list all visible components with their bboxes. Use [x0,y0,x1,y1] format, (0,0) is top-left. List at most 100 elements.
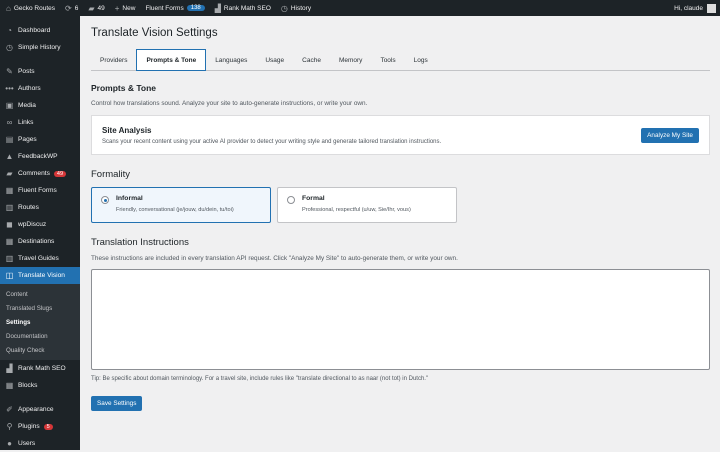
sidebar-item-links[interactable]: ∞ Links [0,114,80,131]
tab-cache[interactable]: Cache [293,49,330,71]
tab-tools[interactable]: Tools [371,49,404,71]
sidebar-item-dashboard[interactable]: ◔ Dashboard [0,22,80,39]
site-analysis-title: Site Analysis [102,125,152,135]
sidebar-item-users[interactable]: ● Users [0,435,80,452]
history-link[interactable]: ◷ History [281,4,311,13]
sidebar-item-label: Media [18,102,36,109]
comment-icon: ▰ [6,169,13,178]
updates-link[interactable]: ⟳ 6 [65,4,78,13]
main-content: Translate Vision Settings Providers Promp… [91,16,710,411]
radio-informal[interactable] [101,196,109,204]
admin-bar: ⌂ Gecko Routes ⟳ 6 ▰ 49 + New Fluent Forms 13… [0,0,720,16]
account-menu[interactable]: Hi, claude [674,3,716,13]
sidebar-item-label: Plugins [18,423,40,430]
plus-icon: + [114,3,120,13]
clock-icon: ◷ [280,3,288,13]
tab-languages[interactable]: Languages [206,49,256,71]
sidebar-item-label: Pages [18,136,37,143]
blocks-icon: ▦ [5,381,14,390]
tab-logs[interactable]: Logs [405,49,437,71]
sidebar-item-label: wpDiscuz [18,221,47,228]
history-icon: ◷ [6,43,13,52]
instructions-title: Translation Instructions [91,237,189,248]
submenu-item-settings[interactable]: Settings [0,315,80,329]
section-title: Prompts & Tone [91,83,157,93]
count-badge: 5 [43,423,53,430]
link-icon: ∞ [6,118,13,127]
sidebar-item-label: Fluent Forms [18,187,57,194]
sidebar-item-label: Rank Math SEO [18,365,66,372]
analyze-site-button[interactable]: Analyze My Site [641,127,699,143]
site-analysis-description: Scans your recent content using your act… [102,138,442,145]
save-settings-button[interactable]: Save Settings [91,396,143,411]
instructions-textarea[interactable] [91,269,710,370]
sidebar-item-simple-history[interactable]: ◷ Simple History [0,39,80,56]
translate-vision-submenu: Content Translated Slugs Settings Documenta… [0,284,80,360]
new-link[interactable]: + New [115,4,136,13]
instructions-description: These instructions are included in every… [91,255,458,262]
sidebar-item-comments[interactable]: ▰ Comments 49 [0,165,80,182]
formality-formal-option[interactable]: Formal Professional, respectful (u/uw, Si… [277,187,457,223]
page-icon: ▤ [5,135,14,144]
destination-icon: ▦ [5,237,14,246]
plugin-icon: ⚲ [6,422,13,431]
sidebar-item-travel-guides[interactable]: ▥ Travel Guides [0,250,80,267]
tab-providers[interactable]: Providers [91,49,136,71]
sidebar-item-appearance[interactable]: ✐ Appearance [0,401,80,418]
sidebar-item-label: Dashboard [18,27,51,34]
submenu-item-quality-check[interactable]: Quality Check [0,343,80,357]
thumb-icon: ▲ [5,152,14,161]
sidebar-item-label: Translate Vision [18,272,65,279]
rank-math-link[interactable]: ▟ Rank Math SEO [215,4,271,13]
tab-usage[interactable]: Usage [256,49,293,71]
sidebar-item-label: Comments [18,170,50,177]
sidebar-item-wpdiscuz[interactable]: ◼ wpDiscuz [0,216,80,233]
sidebar-item-translate-vision[interactable]: ◫ Translate Vision [0,267,80,284]
sidebar-item-rank-math-seo[interactable]: ▟ Rank Math SEO [0,360,80,377]
route-icon: ▥ [5,203,14,212]
sidebar-item-label: FeedbackWP [18,153,58,160]
radio-formal[interactable] [287,196,295,204]
sidebar-item-destinations[interactable]: ▦ Destinations [0,233,80,250]
media-icon: ▣ [5,101,14,110]
chart-icon: ▟ [214,3,221,13]
sidebar-item-blocks[interactable]: ▦ Blocks [0,377,80,394]
submenu-item-content[interactable]: Content [0,287,80,301]
comments-link[interactable]: ▰ 49 [88,4,104,13]
site-link[interactable]: ⌂ Gecko Routes [6,4,55,13]
sidebar-item-label: Travel Guides [18,255,59,262]
book-icon: ▥ [5,254,14,263]
sidebar-item-label: Destinations [18,238,55,245]
count-badge: 138 [186,5,205,11]
sidebar-item-label: Users [18,440,36,447]
sidebar-item-authors[interactable]: ••• Authors [0,80,80,97]
sidebar-item-label: Simple History [18,44,61,51]
formality-informal-option[interactable]: Informal Friendly, conversational (je/jou… [91,187,271,223]
fluent-forms-link[interactable]: Fluent Forms 138 [145,5,205,12]
submenu-item-translated-slugs[interactable]: Translated Slugs [0,301,80,315]
avatar [707,3,716,13]
user-icon: ● [7,439,12,448]
sidebar-item-fluent-forms[interactable]: ▦ Fluent Forms [0,182,80,199]
sidebar-item-media[interactable]: ▣ Media [0,97,80,114]
count-badge: 49 [53,170,67,177]
sidebar-item-pages[interactable]: ▤ Pages [0,131,80,148]
discuz-icon: ◼ [6,220,13,229]
menu-separator [0,394,80,401]
submenu-item-documentation[interactable]: Documentation [0,329,80,343]
comment-icon: ▰ [88,3,95,13]
sidebar-item-posts[interactable]: ✎ Posts [0,63,80,80]
refresh-icon: ⟳ [65,3,72,13]
sidebar-item-label: Posts [18,68,35,75]
form-icon: ▦ [5,186,14,195]
pin-icon: ✎ [6,67,13,76]
tab-memory[interactable]: Memory [330,49,371,71]
sidebar-item-routes[interactable]: ▥ Routes [0,199,80,216]
sidebar-item-feedbackwp[interactable]: ▲ FeedbackWP [0,148,80,165]
sidebar-item-label: Blocks [18,382,38,389]
brush-icon: ✐ [6,405,13,414]
translate-icon: ◫ [5,271,14,280]
menu-separator [0,56,80,63]
tab-prompts-tone[interactable]: Prompts & Tone [136,49,207,71]
sidebar-item-plugins[interactable]: ⚲ Plugins 5 [0,418,80,435]
